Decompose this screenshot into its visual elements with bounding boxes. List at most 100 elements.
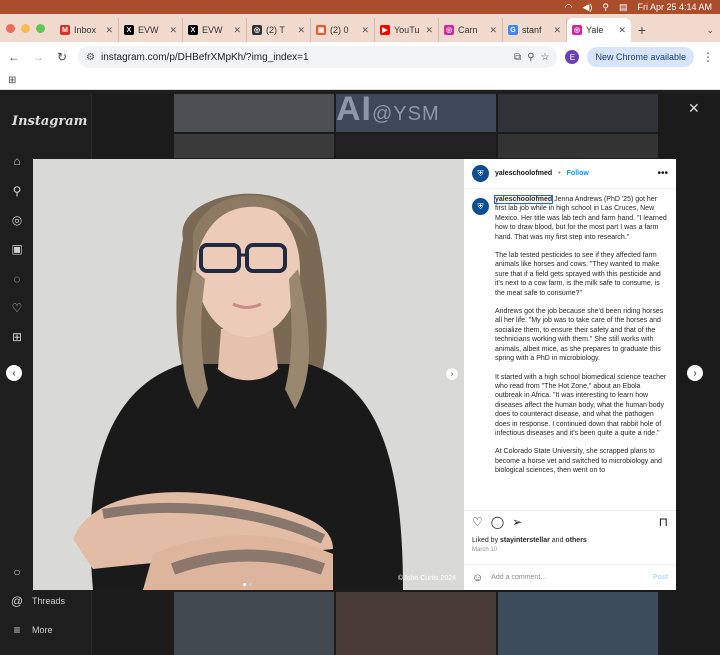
comment-box: ☺ Add a comment... Post xyxy=(464,564,676,590)
save-bookmark-icon[interactable]: ⊓ xyxy=(659,515,668,529)
tab-close-icon[interactable]: ✕ xyxy=(169,25,177,36)
browser-tab[interactable]: X EVW ✕ xyxy=(183,18,247,42)
address-bar[interactable]: ⚙ instagram.com/p/DHBefrXMpKh/?img_index… xyxy=(78,46,558,68)
messenger-icon[interactable]: ◌ xyxy=(10,272,24,286)
yale-avatar-icon[interactable]: ⛨ xyxy=(472,198,489,215)
google-icon: G xyxy=(508,25,518,35)
tab-search-icon[interactable]: ⌄ xyxy=(706,18,714,42)
site-icon: ◎ xyxy=(252,25,262,35)
grid-tile[interactable] xyxy=(174,134,334,158)
forward-button[interactable]: → xyxy=(30,49,46,65)
x-icon: X xyxy=(124,25,134,35)
minimize-window-button[interactable] xyxy=(21,23,30,33)
carousel-next-button[interactable]: › xyxy=(446,368,458,380)
caption-paragraph: Andrews got the job because she'd been r… xyxy=(495,308,664,363)
browser-tab[interactable]: ▶ YouTu ✕ xyxy=(375,18,439,42)
grid-tile[interactable] xyxy=(498,94,658,132)
new-tab-button[interactable]: + xyxy=(631,18,653,42)
wifi-icon[interactable]: ◠ xyxy=(565,0,573,14)
browser-tab[interactable]: X EVW ✕ xyxy=(119,18,183,42)
post-comment-button[interactable]: Post xyxy=(653,574,668,581)
bookmark-star-icon[interactable]: ☆ xyxy=(540,52,549,63)
threads-icon[interactable]: @ xyxy=(10,594,24,608)
instagram-logo[interactable]: Instagram xyxy=(12,114,87,129)
create-icon[interactable]: ⊞ xyxy=(10,330,24,344)
sidebar-item-threads[interactable]: Threads xyxy=(32,596,65,606)
browser-tab[interactable]: ◎ Yale ✕ xyxy=(567,18,631,42)
browser-tab[interactable]: ◎ (2) T ✕ xyxy=(247,18,311,42)
reload-button[interactable]: ↻ xyxy=(54,49,70,65)
likes-summary[interactable]: Liked by stayinterstellar and others xyxy=(472,537,587,544)
browser-tab[interactable]: M Inbox ✕ xyxy=(55,18,119,42)
tab-close-icon[interactable]: ✕ xyxy=(105,25,113,36)
volume-icon[interactable]: ◀) xyxy=(582,0,592,14)
instagram-icon: ◎ xyxy=(444,25,454,35)
comment-input[interactable]: Add a comment... xyxy=(491,574,546,581)
grid-tile-ai-text: AI xyxy=(336,94,372,128)
bookmarks-bar: ⊞ xyxy=(0,72,720,90)
post-caption: yaleschoolofmed Jenna Andrews (PhD '25) … xyxy=(493,195,668,501)
menubar-clock[interactable]: Fri Apr 25 4:14 AM xyxy=(637,2,712,12)
reels-icon[interactable]: ▣ xyxy=(10,242,24,256)
comment-icon[interactable]: ◯ xyxy=(491,515,504,529)
previous-post-button[interactable]: ‹ xyxy=(6,365,22,381)
tab-close-icon[interactable]: ✕ xyxy=(618,25,626,36)
tab-close-icon[interactable]: ✕ xyxy=(297,25,305,36)
browser-tab[interactable]: Gstanf ✕ xyxy=(503,18,567,42)
tab-close-icon[interactable]: ✕ xyxy=(361,25,369,36)
tab-close-icon[interactable]: ✕ xyxy=(425,25,433,36)
explore-icon[interactable]: ◎ xyxy=(10,213,24,227)
notifications-heart-icon[interactable]: ♡ xyxy=(10,301,24,315)
likes-user[interactable]: stayinterstellar xyxy=(500,537,550,544)
menu-icon[interactable]: ≡ xyxy=(10,623,24,637)
new-chrome-available-button[interactable]: New Chrome available xyxy=(587,47,694,67)
browser-tab[interactable]: ◎ Carn ✕ xyxy=(439,18,503,42)
like-heart-icon[interactable]: ♡ xyxy=(472,515,483,529)
post-username[interactable]: yaleschoolofmed xyxy=(495,170,552,177)
url-text[interactable]: instagram.com/p/DHBefrXMpKh/?img_index=1 xyxy=(101,52,508,63)
profile-avatar[interactable]: E xyxy=(565,50,580,64)
install-app-icon[interactable]: ⧉ xyxy=(514,52,521,63)
emoji-icon[interactable]: ☺ xyxy=(472,572,483,584)
apps-grid-icon[interactable]: ⊞ xyxy=(8,75,16,86)
post-photo[interactable]: ©John Curtis 2024 › xyxy=(33,159,464,590)
tab-title: Carn xyxy=(458,25,478,35)
yale-avatar-icon[interactable]: ⛨ xyxy=(472,165,489,182)
next-post-button[interactable]: › xyxy=(687,365,703,381)
grid-tile-handle-text: @YSM xyxy=(372,103,440,125)
control-center-icon[interactable]: ▤ xyxy=(619,0,628,14)
grid-tile[interactable] xyxy=(498,592,658,655)
caption-username[interactable]: yaleschoolofmed xyxy=(493,195,554,204)
grid-tile[interactable]: AI@YSM xyxy=(336,94,496,132)
caption-area[interactable]: ⛨ yaleschoolofmed Jenna Andrews (PhD '25… xyxy=(464,195,676,501)
follow-button[interactable]: Follow xyxy=(567,170,589,177)
search-icon[interactable]: ⚲ xyxy=(10,184,24,198)
share-icon[interactable]: ➢ xyxy=(512,515,522,529)
chrome-menu-icon[interactable]: ⋮ xyxy=(702,50,714,64)
sidebar-item-more[interactable]: More xyxy=(32,625,53,635)
grid-tile[interactable] xyxy=(174,94,334,132)
grid-tile[interactable] xyxy=(174,592,334,655)
grid-tile[interactable] xyxy=(498,134,658,158)
caption-paragraph: At Colorado State University, she scrapp… xyxy=(495,448,662,475)
profile-icon[interactable]: ○ xyxy=(10,565,24,579)
search-icon[interactable]: ⚲ xyxy=(602,0,609,14)
close-window-button[interactable] xyxy=(6,23,15,33)
tab-close-icon[interactable]: ✕ xyxy=(553,25,561,36)
tab-close-icon[interactable]: ✕ xyxy=(489,25,497,36)
zoom-icon[interactable]: ⚲ xyxy=(527,52,534,63)
likes-others[interactable]: others xyxy=(565,537,586,544)
grid-tile[interactable] xyxy=(336,592,496,655)
browser-tab[interactable]: ▣ (2) 0 ✕ xyxy=(311,18,375,42)
caption-paragraph: It started with a high school biomedical… xyxy=(495,373,667,437)
close-post-icon[interactable]: ✕ xyxy=(688,100,700,117)
back-button[interactable]: ← xyxy=(6,49,22,65)
fullscreen-window-button[interactable] xyxy=(36,23,45,33)
post-date[interactable]: March 10 xyxy=(472,547,497,553)
grid-tile[interactable] xyxy=(336,134,496,158)
site-info-icon[interactable]: ⚙ xyxy=(86,52,95,63)
tab-close-icon[interactable]: ✕ xyxy=(233,25,241,36)
home-icon[interactable]: ⌂ xyxy=(10,154,24,168)
more-options-icon[interactable]: ••• xyxy=(657,168,668,179)
window-controls xyxy=(6,14,45,42)
